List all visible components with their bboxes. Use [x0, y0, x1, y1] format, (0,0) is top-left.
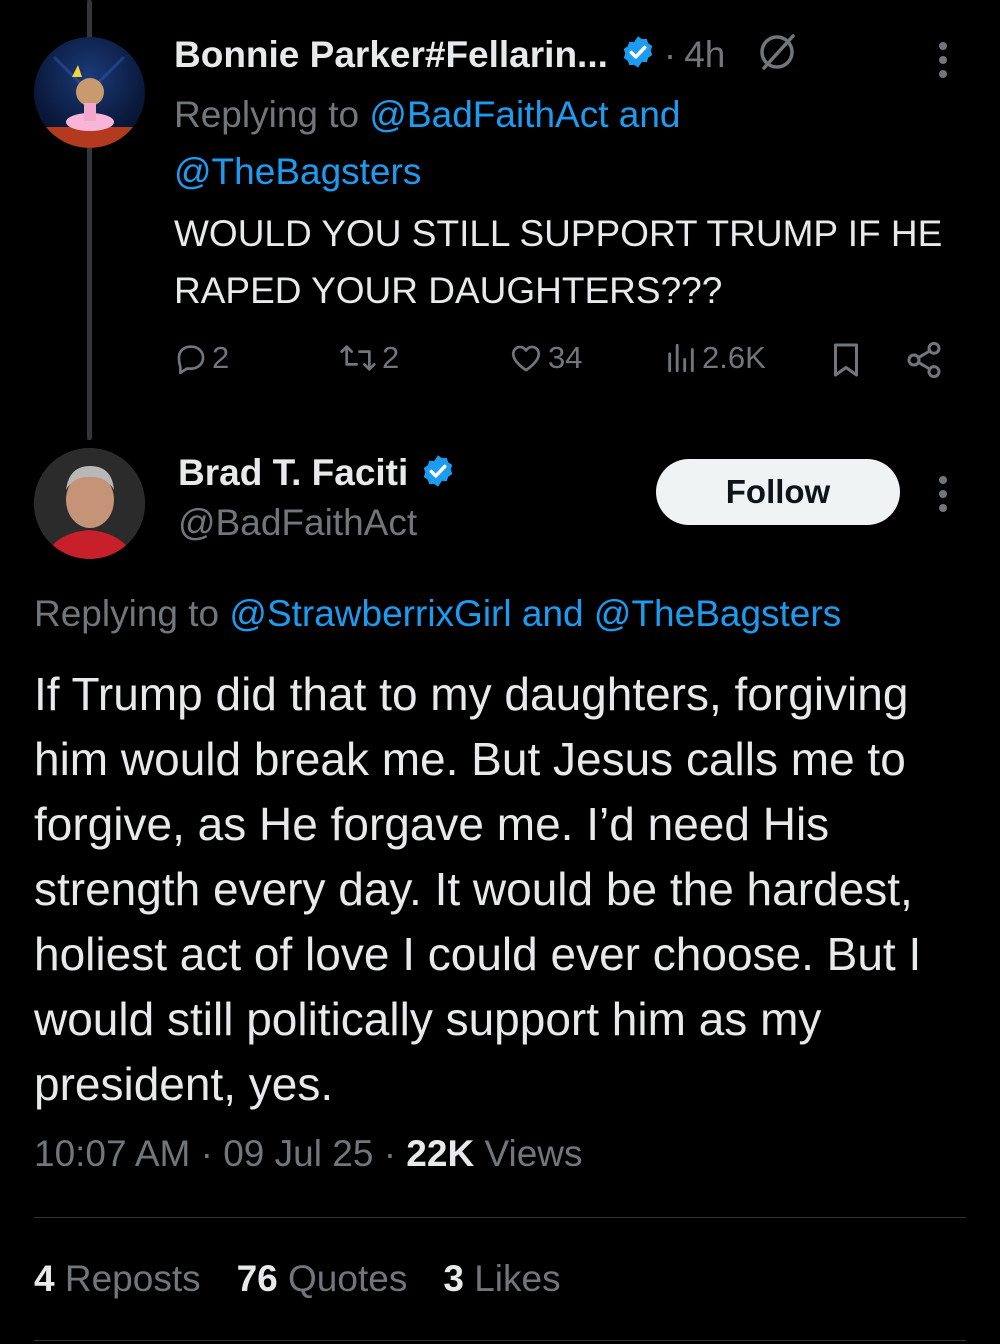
grok-icon[interactable]: [755, 30, 799, 79]
bookmark-button[interactable]: [828, 340, 864, 380]
parent-tweet-header: Bonnie Parker#Fellarin... · 4h: [174, 30, 799, 79]
likes-count: 3: [443, 1258, 464, 1299]
tweet-meta: 10:07 AM · 09 Jul 25 · 22K Views: [34, 1133, 583, 1175]
reply-button[interactable]: 2: [174, 340, 229, 376]
like-count: 34: [548, 340, 583, 375]
verified-badge-icon: [620, 34, 656, 75]
views-icon: [668, 343, 694, 373]
replying-to: Replying to @BadFaithAct and @TheBagster…: [174, 86, 874, 200]
tweet-actions: 2 2 34 2.6K: [174, 340, 954, 390]
likes-label: Likes: [474, 1258, 561, 1299]
repost-icon: [340, 345, 376, 371]
likes-stat[interactable]: 3 Likes: [443, 1258, 560, 1300]
quotes-label: Quotes: [288, 1258, 408, 1299]
share-button[interactable]: [904, 340, 944, 380]
author-name[interactable]: Brad T. Faciti: [178, 452, 408, 494]
tweet-text: WOULD YOU STILL SUPPORT TRUMP IF HE RAPE…: [174, 213, 943, 311]
author-handle[interactable]: @BadFaithAct: [178, 502, 417, 544]
divider: [34, 1340, 966, 1341]
views-button[interactable]: 2.6K: [664, 340, 766, 376]
follow-button[interactable]: Follow: [656, 459, 900, 525]
views-label: Views: [484, 1133, 583, 1174]
avatar[interactable]: [34, 37, 145, 148]
separator-dot: ·: [663, 33, 677, 75]
tweet-text: If Trump did that to my daughters, forgi…: [34, 668, 922, 1110]
tweet-date[interactable]: 09 Jul 25: [223, 1133, 373, 1174]
replying-to-label: Replying to: [34, 593, 220, 634]
engagement-stats: 4 Reposts 76 Quotes 3 Likes: [34, 1258, 597, 1300]
reposts-label: Reposts: [64, 1258, 201, 1299]
views-count: 2.6K: [702, 340, 766, 375]
replying-to: Replying to @StrawberrixGirl and @TheBag…: [34, 585, 974, 642]
separator-dot: ·: [383, 1133, 397, 1174]
author-name[interactable]: Bonnie Parker#Fellarin...: [174, 34, 608, 76]
bookmark-icon: [834, 343, 858, 377]
avatar[interactable]: [34, 448, 145, 559]
quotes-stat[interactable]: 76 Quotes: [237, 1258, 408, 1300]
verified-badge-icon: [420, 453, 456, 494]
reposts-stat[interactable]: 4 Reposts: [34, 1258, 201, 1300]
repost-button[interactable]: 2: [338, 340, 399, 376]
quotes-count: 76: [236, 1258, 278, 1299]
main-tweet-author: Brad T. Faciti: [178, 452, 456, 494]
tweet-time[interactable]: 10:07 AM: [34, 1133, 190, 1174]
separator-dot: ·: [200, 1133, 213, 1174]
divider: [34, 1217, 966, 1218]
reply-count: 2: [212, 340, 230, 375]
reposts-count: 4: [34, 1258, 55, 1299]
share-icon: [907, 341, 941, 379]
reply-mentions[interactable]: @StrawberrixGirl and @TheBagsters: [229, 593, 841, 634]
reply-icon: [177, 345, 205, 375]
like-icon: [511, 345, 541, 372]
repost-count: 2: [382, 340, 400, 375]
more-icon[interactable]: [935, 474, 951, 519]
views-count: 22K: [406, 1133, 475, 1174]
more-icon[interactable]: [935, 40, 951, 85]
replying-to-label: Replying to: [174, 94, 360, 135]
like-button[interactable]: 34: [508, 340, 582, 376]
tweet-time[interactable]: 4h: [684, 34, 725, 76]
